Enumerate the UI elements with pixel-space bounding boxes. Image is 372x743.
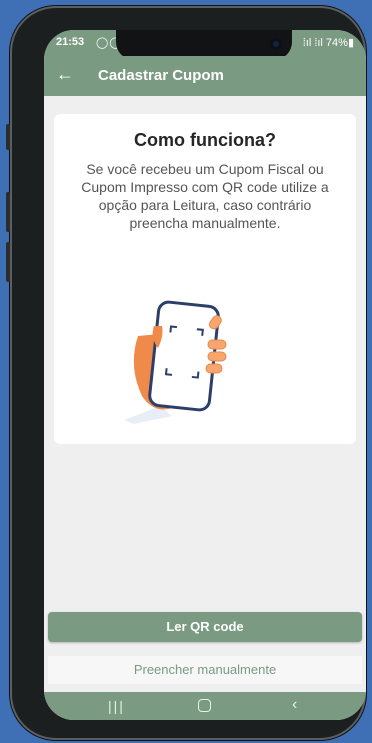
hand-scanning-phone-illustration — [124, 300, 227, 424]
fill-manually-button[interactable]: Preencher manualmente — [48, 656, 362, 684]
how-it-works-card: Como funciona? Se você recebeu um Cupom … — [54, 114, 356, 444]
page-title: Cadastrar Cupom — [98, 67, 224, 84]
nav-back-icon[interactable]: ‹ — [292, 696, 297, 714]
phone-side-button — [6, 124, 10, 150]
system-nav-bar: ||| ‹ — [44, 692, 366, 720]
recent-apps-icon[interactable]: ||| — [108, 698, 125, 714]
front-camera-icon — [270, 38, 282, 50]
phone-frame: 21:53 ◯◯ ⁞ıl ⁞ıl 74%▮ ← Cadastrar Cupom … — [6, 6, 366, 740]
back-arrow-icon[interactable]: ← — [56, 64, 74, 85]
phone-screen: 21:53 ◯◯ ⁞ıl ⁞ıl 74%▮ ← Cadastrar Cupom … — [44, 30, 366, 720]
app-bar: ← Cadastrar Cupom — [44, 56, 366, 96]
phone-volume-down — [6, 242, 10, 282]
card-description: Se você recebeu um Cupom Fiscal ou Cupom… — [81, 161, 329, 231]
status-time: 21:53 — [56, 36, 85, 48]
card-title: Como funciona? — [134, 130, 276, 150]
status-right-indicators: ⁞ıl ⁞ıl 74%▮ — [302, 37, 354, 49]
phone-volume-up — [6, 192, 10, 232]
scan-qr-code-button[interactable]: Ler QR code — [48, 612, 362, 642]
home-icon[interactable] — [198, 699, 211, 712]
